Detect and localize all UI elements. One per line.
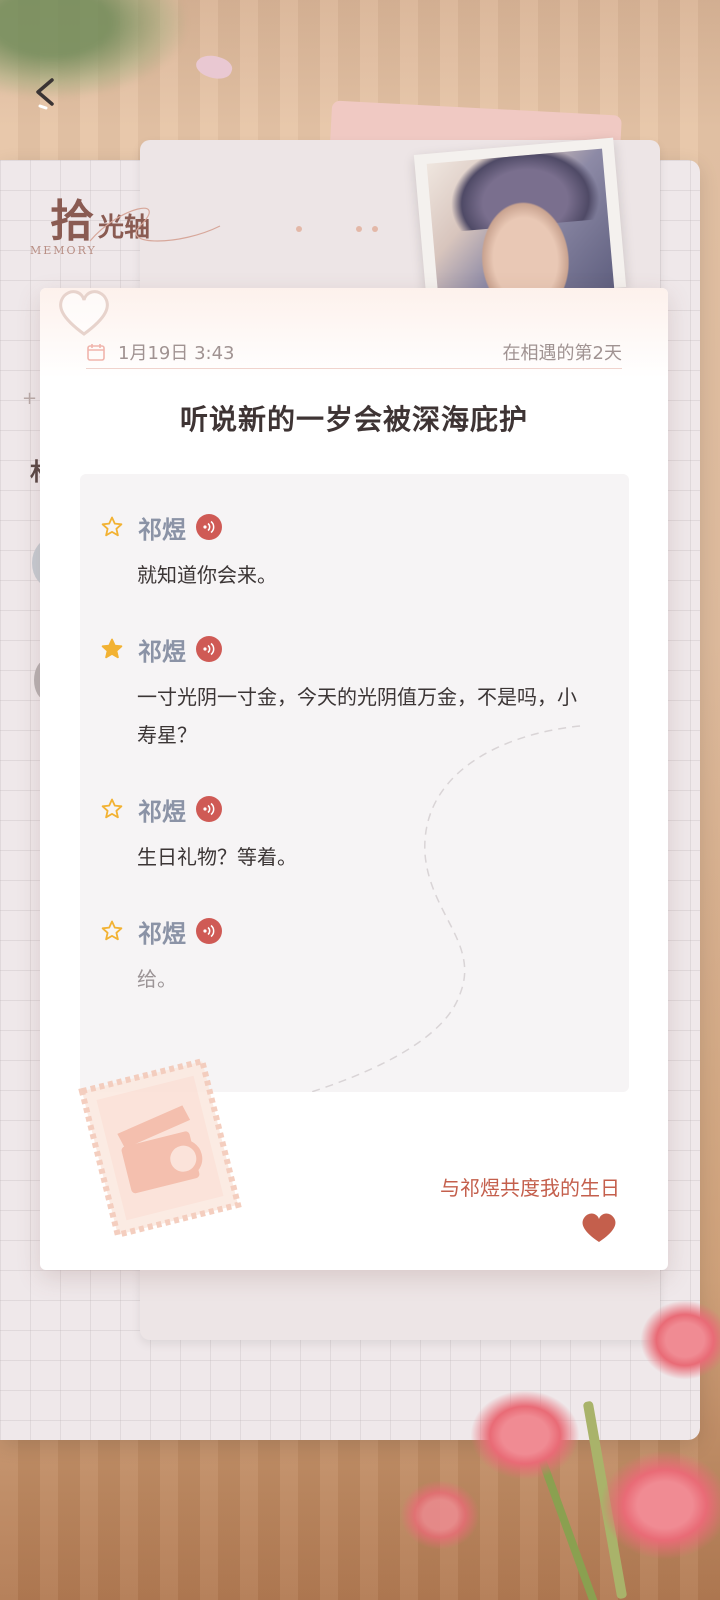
memory-card: 1月19日 3:43 在相遇的第2天 听说新的一岁会被深海庇护 祁煜 就知道你会… xyxy=(40,288,668,1270)
memory-headline: 听说新的一岁会被深海庇护 xyxy=(171,398,536,438)
dialogue-text: 生日礼物？等着。 xyxy=(137,845,297,869)
flower-decoration xyxy=(400,1480,480,1550)
back-button[interactable] xyxy=(26,70,66,118)
voice-play-icon xyxy=(203,520,215,534)
star-filled-icon[interactable] xyxy=(100,637,124,661)
dialogue-header: 祁煜 xyxy=(100,510,222,544)
date-row: 1月19日 3:43 在相遇的第2天 xyxy=(86,336,622,369)
speaker-name: 祁煜 xyxy=(138,636,186,666)
dialogue-header: 祁煜 xyxy=(100,792,222,826)
voice-play-icon xyxy=(203,924,215,938)
photo-image xyxy=(426,148,615,304)
photo-face xyxy=(469,189,580,304)
dot-decoration xyxy=(372,226,378,232)
flower-decoration xyxy=(640,1300,720,1380)
dot-decoration xyxy=(296,226,302,232)
voice-play-button[interactable] xyxy=(196,796,222,822)
dialogue-text: 就知道你会来。 xyxy=(137,563,277,587)
dialogue-header: 祁煜 xyxy=(100,632,222,666)
speaker-name: 祁煜 xyxy=(138,918,186,948)
heart-icon[interactable] xyxy=(580,1210,618,1244)
heart-badge-icon xyxy=(59,290,109,336)
star-outline-icon[interactable] xyxy=(100,919,124,943)
speaker-name: 祁煜 xyxy=(138,796,186,826)
dialogue-text: 给。 xyxy=(137,967,177,991)
star-outline-icon[interactable] xyxy=(100,797,124,821)
voice-play-button[interactable] xyxy=(196,636,222,662)
headline-text: 听说新的一岁会被深海庇护 xyxy=(179,403,528,436)
days-since-meeting: 在相遇的第2天 xyxy=(502,343,622,364)
date-group: 1月19日 3:43 xyxy=(86,339,235,365)
character-photo xyxy=(413,137,627,305)
voice-play-icon xyxy=(203,642,215,656)
voice-play-icon xyxy=(203,802,215,816)
memory-screen: + 林 拾光轴 MEMORY xyxy=(0,0,720,1600)
dialogue-header: 祁煜 xyxy=(100,914,222,948)
chevron-left-icon xyxy=(36,78,54,110)
memory-headline-wrap: 听说新的一岁会被深海庇护 xyxy=(40,398,668,438)
voice-play-button[interactable] xyxy=(196,514,222,540)
dialogue-text: 一寸光阴一寸金，今天的光阴值万金，不是吗，小寿星？ xyxy=(137,685,577,747)
voice-play-button[interactable] xyxy=(196,918,222,944)
flower-decoration xyxy=(470,1390,580,1480)
star-outline-icon[interactable] xyxy=(100,515,124,539)
memory-date: 1月19日 3:43 xyxy=(118,343,235,364)
dialogue-box: 祁煜 就知道你会来。 祁煜 一寸光阴一寸金，今天的光阴值万金，不是吗，小寿星？ … xyxy=(80,474,629,1092)
calendar-icon xyxy=(87,344,105,361)
title-flourish xyxy=(89,207,221,242)
background-plus-mark: + xyxy=(22,388,38,409)
flower-decoration xyxy=(600,1450,720,1560)
speaker-name: 祁煜 xyxy=(138,514,186,544)
memory-footer-label: 与祁煜共度我的生日 xyxy=(440,1176,620,1200)
dot-decoration xyxy=(356,226,362,232)
